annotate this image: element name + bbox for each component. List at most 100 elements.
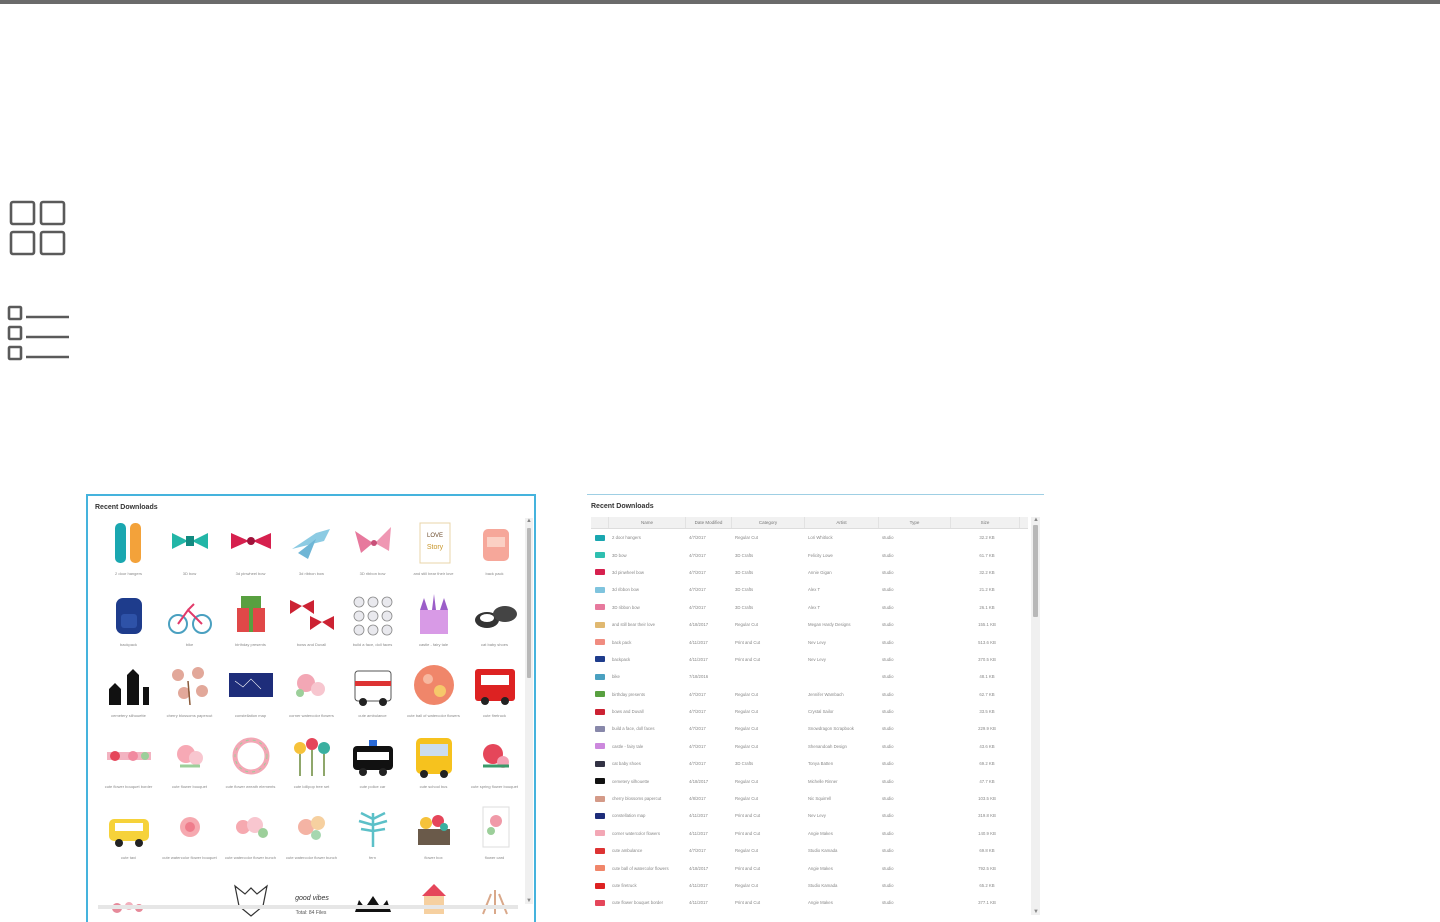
thumbnail-item[interactable]: cute lollipop tree set [281, 731, 342, 802]
table-row[interactable]: build a face, doll faces 4/7/2017 Regular … [591, 720, 1028, 737]
table-header: Name Date Modified Category Artist Type … [591, 517, 1028, 529]
thumbnail-item[interactable]: cute firetruck [464, 660, 525, 731]
table-row[interactable]: back pack 4/11/2017 Print and Cut Nev Levy s… [591, 633, 1028, 650]
table-row[interactable]: 3D ribbon bow 4/7/2017 3D Crafts Alex T stud… [591, 599, 1028, 616]
table-row[interactable]: bike 7/18/2016 studio 48.1 KB [591, 668, 1028, 685]
table-row[interactable]: and still bear their love 4/18/2017 Regula… [591, 616, 1028, 633]
thumbnail-item[interactable]: cute taxi [98, 802, 159, 873]
table-row[interactable]: 3d pinwheel bow 4/7/2017 3D Crafts Annie Gi… [591, 564, 1028, 581]
scroll-down-arrow[interactable]: ▼ [1033, 909, 1039, 915]
thumbnail-image [164, 731, 216, 781]
thumbnail-image [347, 518, 399, 568]
thumbnail-item[interactable]: build a face, doll faces [342, 589, 403, 660]
thumbnail-item[interactable]: flower card [464, 802, 525, 873]
scroll-thumb[interactable] [1033, 525, 1038, 617]
table-row[interactable]: cat baby shoes 4/7/2017 3D Crafts Tonya Bat… [591, 755, 1028, 772]
table-row[interactable]: birthday presents 4/7/2017 Regular Cut Jenn… [591, 686, 1028, 703]
thumbnail-item[interactable]: cute flower wreath elements [220, 731, 281, 802]
thumbnail-item[interactable]: bows and Duvall [281, 589, 342, 660]
table-row[interactable]: castle - fairy tale 4/7/2017 Regular Cut Sh… [591, 738, 1028, 755]
thumbnail-item[interactable]: cute watercolor flower bunch [281, 802, 342, 873]
thumbnail-item[interactable]: bike [159, 589, 220, 660]
thumbnail-label: flower box [424, 855, 443, 860]
thumbnail-label: fern [369, 855, 376, 860]
thumbnail-item[interactable]: 3d ribbon bow [281, 518, 342, 589]
cell-artist: Nev Levy [808, 813, 826, 819]
thumbnail-item[interactable]: cute ambulance [342, 660, 403, 731]
cell-category: 3D Crafts [735, 587, 754, 593]
thumbnail-item[interactable]: castle - fairy tale [403, 589, 464, 660]
cell-name: cute firetruck [612, 883, 637, 888]
table-row[interactable]: 3D bow 4/7/2017 3D Crafts Felicity Lowe stud… [591, 546, 1028, 563]
file-thumbnail-icon [591, 760, 609, 768]
table-row[interactable]: cute firetruck 4/11/2017 Regular Cut Studio… [591, 877, 1028, 894]
thumbnail-item[interactable]: constellation map [220, 660, 281, 731]
table-row[interactable]: 2 door hangers 4/7/2017 Regular Cut Lori Wh… [591, 529, 1028, 546]
cell-artist: Annie Gigan [808, 569, 832, 575]
file-thumbnail-icon [591, 777, 609, 785]
vertical-scrollbar[interactable]: ▲ ▼ [525, 518, 533, 904]
thumbnail-item[interactable]: flower box [403, 802, 464, 873]
column-header-name[interactable]: Name [609, 517, 686, 528]
thumbnail-image [225, 660, 277, 710]
thumbnail-item[interactable]: cemetery silhouette [98, 660, 159, 731]
thumbnail-item[interactable]: 3D bow [159, 518, 220, 589]
thumbnail-item[interactable]: cute flower bouquet border [98, 731, 159, 802]
cell-size: 61.7 KB [979, 552, 995, 558]
column-header-type[interactable]: Type [879, 517, 951, 528]
thumbnail-item[interactable]: cute police car [342, 731, 403, 802]
table-row[interactable]: constellation map 4/11/2017 Print and Cut N… [591, 807, 1028, 824]
thumbnail-item[interactable]: cute watercolor flower bouquet [159, 802, 220, 873]
panel-title: Recent Downloads [95, 504, 158, 511]
table-row[interactable]: corner watercolor flowers 4/11/2017 Print … [591, 825, 1028, 842]
table-row[interactable]: cute ambulance 4/7/2017 Regular Cut Studio … [591, 842, 1028, 859]
cell-artist: Shenandoah Design [808, 743, 847, 749]
thumbnail-item[interactable]: cute flower bouquet [159, 731, 220, 802]
thumbnail-item[interactable]: cute watercolor flower bunch [220, 802, 281, 873]
thumbnail-item[interactable]: cat baby shoes [464, 589, 525, 660]
panel-title: Recent Downloads [591, 503, 654, 510]
thumbnail-item[interactable]: cute spring flower bouquet [464, 731, 525, 802]
thumbnail-item[interactable]: LOVE Story and still bear their love [403, 518, 464, 589]
thumbnail-item[interactable]: birthday presents [220, 589, 281, 660]
thumbnail-item[interactable]: 2 door hangers [98, 518, 159, 589]
thumbnail-item[interactable]: 3d pinwheel bow [220, 518, 281, 589]
table-row[interactable]: bows and Duvall 4/7/2017 Regular Cut Crysta… [591, 703, 1028, 720]
thumbnail-item[interactable]: 3D ribbon bow [342, 518, 403, 589]
thumbnail-item[interactable]: cherry blossoms papercut [159, 660, 220, 731]
table-row[interactable]: 3d ribbon bow 4/7/2017 3D Crafts Alex T stud… [591, 581, 1028, 598]
cell-size: 229.9 KB [978, 726, 996, 732]
table-row[interactable]: cute flower bouquet border 4/11/2017 Print… [591, 894, 1028, 911]
list-view-icon[interactable] [6, 302, 70, 366]
thumbnail-label: build a face, doll faces [352, 642, 393, 647]
grid-view-icon[interactable] [6, 196, 70, 260]
thumbnail-label: cute taxi [121, 855, 136, 860]
thumbnail-image [347, 589, 399, 639]
cell-name: cherry blossoms papercut [612, 796, 662, 802]
thumbnail-item[interactable]: cute ball of watercolor flowers [403, 660, 464, 731]
scroll-up-arrow[interactable]: ▲ [1033, 517, 1039, 523]
horizontal-scrollbar[interactable] [98, 905, 518, 909]
table-row[interactable]: backpack 4/11/2017 Print and Cut Nev Levy st… [591, 651, 1028, 668]
column-header-category[interactable]: Category [732, 517, 805, 528]
scroll-thumb[interactable] [527, 528, 531, 678]
column-header-date[interactable]: Date Modified [686, 517, 732, 528]
cell-category: Regular Cut [735, 622, 758, 628]
thumbnail-item[interactable]: fern [342, 802, 403, 873]
thumbnail-item[interactable]: back pack [464, 518, 525, 589]
thumbnail-item[interactable]: corner watercolor flowers [281, 660, 342, 731]
cell-name: build a face, doll faces [612, 726, 655, 732]
vertical-scrollbar[interactable]: ▲ ▼ [1031, 517, 1040, 915]
table-row[interactable]: cute ball of watercolor flowers 4/18/2017… [591, 859, 1028, 876]
table-row[interactable]: cherry blossoms papercut 4/8/2017 Regular … [591, 790, 1028, 807]
thumbnail-item[interactable]: cute school bus [403, 731, 464, 802]
scroll-up-arrow[interactable]: ▲ [526, 518, 532, 524]
column-header-icon [591, 517, 609, 528]
thumbnail-label: cute watercolor flower bunch [225, 855, 276, 860]
scroll-down-arrow[interactable]: ▼ [526, 898, 532, 904]
column-header-artist[interactable]: Artist [805, 517, 879, 528]
thumbnail-item[interactable]: backpack [98, 589, 159, 660]
cell-category: Regular Cut [735, 848, 758, 854]
table-row[interactable]: cemetery silhouette 4/18/2017 Regular Cut M… [591, 772, 1028, 789]
column-header-size[interactable]: Size [951, 517, 1020, 528]
